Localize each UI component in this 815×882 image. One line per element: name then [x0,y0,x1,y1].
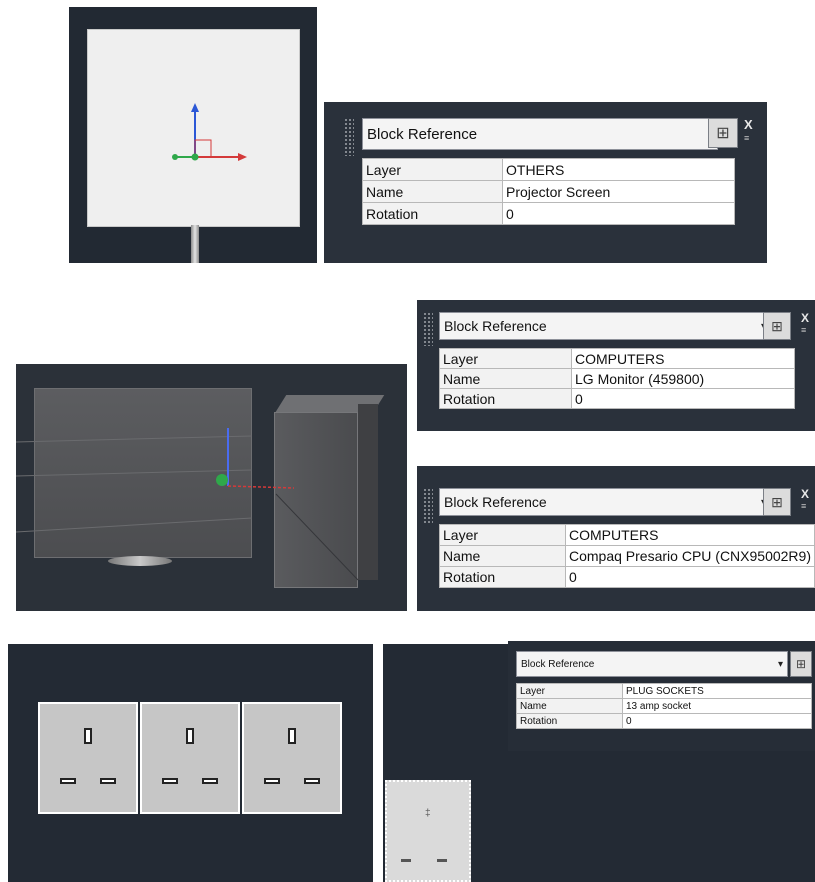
property-key: Rotation [439,388,572,409]
property-key: Layer [516,683,623,699]
property-key: Layer [362,158,503,181]
neutral-pin-slot [202,778,218,784]
live-pin-slot [60,778,76,784]
property-key: Rotation [439,566,566,588]
properties-table: Layer COMPUTERS Name Compaq Presario CPU (… [439,524,815,588]
ucs-gizmo-icon [16,428,359,581]
quick-select-icon[interactable]: ⊞ [763,312,791,340]
earth-pin-slot: ‡ [425,808,431,819]
table-row[interactable]: Name LG Monitor (459800) [439,368,795,389]
socket-block[interactable] [140,702,240,814]
viewport-projector-screen[interactable] [69,7,317,263]
socket-block[interactable] [38,702,138,814]
close-icon[interactable]: X [744,118,753,131]
table-row[interactable]: Layer OTHERS [362,158,735,181]
property-value[interactable]: 0 [502,202,735,225]
property-value[interactable]: COMPUTERS [571,348,795,369]
neutral-pin-slot [304,778,320,784]
property-key: Name [516,698,623,714]
earth-pin-slot [186,728,194,744]
table-row[interactable]: Layer COMPUTERS [439,348,795,369]
object-type-dropdown[interactable]: Block Reference ▾ [439,312,771,340]
property-key: Name [439,545,566,567]
chevron-down-icon: ▾ [777,658,783,670]
viewport-computers[interactable] [16,364,407,611]
table-row[interactable]: Rotation 0 [439,566,815,588]
object-type-dropdown[interactable]: Block Reference ▾ [439,488,771,516]
property-value[interactable]: 0 [622,713,812,729]
quick-select-icon[interactable]: ⊞ [790,651,812,677]
object-type-label: Block Reference [367,125,478,143]
table-row[interactable]: Rotation 0 [516,713,812,729]
object-type-label: Block Reference [444,318,547,334]
properties-table: Layer OTHERS Name Projector Screen Rotatio… [362,158,735,225]
palette-grip[interactable] [344,118,354,156]
property-value[interactable]: LG Monitor (459800) [571,368,795,389]
quick-select-icon[interactable]: ⊞ [708,118,738,148]
live-pin-slot [162,778,178,784]
table-row[interactable]: Rotation 0 [362,202,735,225]
table-row[interactable]: Name Projector Screen [362,180,735,203]
property-value[interactable]: OTHERS [502,158,735,181]
table-row[interactable]: Name Compaq Presario CPU (CNX95002R9) [439,545,815,567]
property-value[interactable]: 0 [565,566,815,588]
selected-socket-block[interactable]: ‡ ▬ ▬ [385,780,471,882]
property-key: Name [362,180,503,203]
object-type-label: Block Reference [521,658,595,670]
properties-palette: Block Reference ▾ ⊞ X ≡ LayerCOMPUTERS N… [417,300,815,431]
properties-palette: Block Reference ▾ ⊞ X ≡ LayerOTHERS Name… [324,102,767,263]
property-value[interactable]: Projector Screen [502,180,735,203]
properties-palette: Block Reference ▾ ⊞ X ≡ LayerCOMPUTERS N… [417,466,815,611]
property-value[interactable]: COMPUTERS [565,524,815,546]
close-icon[interactable]: X [801,488,809,500]
table-row[interactable]: Layer PLUG SOCKETS [516,683,812,699]
properties-table: Layer PLUG SOCKETS Name 13 amp socket Rota… [516,683,812,729]
earth-pin-slot [288,728,296,744]
palette-grip[interactable] [423,488,433,524]
property-value[interactable]: PLUG SOCKETS [622,683,812,699]
property-key: Layer [439,524,566,546]
menu-icon[interactable]: ≡ [801,326,806,335]
earth-pin-slot [84,728,92,744]
property-key: Layer [439,348,572,369]
neutral-pin-slot: ▬ [437,854,447,865]
properties-palette: Block Reference ▾ ⊞ Layer PLUG SOCKETS Na… [508,641,815,751]
socket-block[interactable] [242,702,342,814]
table-row[interactable]: Name 13 amp socket [516,698,812,714]
property-value[interactable]: 13 amp socket [622,698,812,714]
live-pin-slot: ▬ [401,854,411,865]
viewport-plug-sockets[interactable] [8,644,373,882]
property-value[interactable]: 0 [571,388,795,409]
screen-stand [191,225,199,263]
neutral-pin-slot [100,778,116,784]
property-key: Rotation [516,713,623,729]
table-row[interactable]: Rotation 0 [439,388,795,409]
object-type-dropdown[interactable]: Block Reference ▾ [362,118,718,150]
property-value[interactable]: Compaq Presario CPU (CNX95002R9) [565,545,815,567]
menu-icon[interactable]: ≡ [744,134,749,143]
table-row[interactable]: Layer COMPUTERS [439,524,815,546]
live-pin-slot [264,778,280,784]
menu-icon[interactable]: ≡ [801,502,806,511]
object-type-dropdown[interactable]: Block Reference ▾ [516,651,788,677]
palette-grip[interactable] [423,312,433,346]
property-key: Rotation [362,202,503,225]
quick-select-icon[interactable]: ⊞ [763,488,791,516]
object-type-label: Block Reference [444,494,547,510]
close-icon[interactable]: X [801,312,809,324]
properties-table: Layer COMPUTERS Name LG Monitor (459800) R… [439,348,795,409]
property-key: Name [439,368,572,389]
